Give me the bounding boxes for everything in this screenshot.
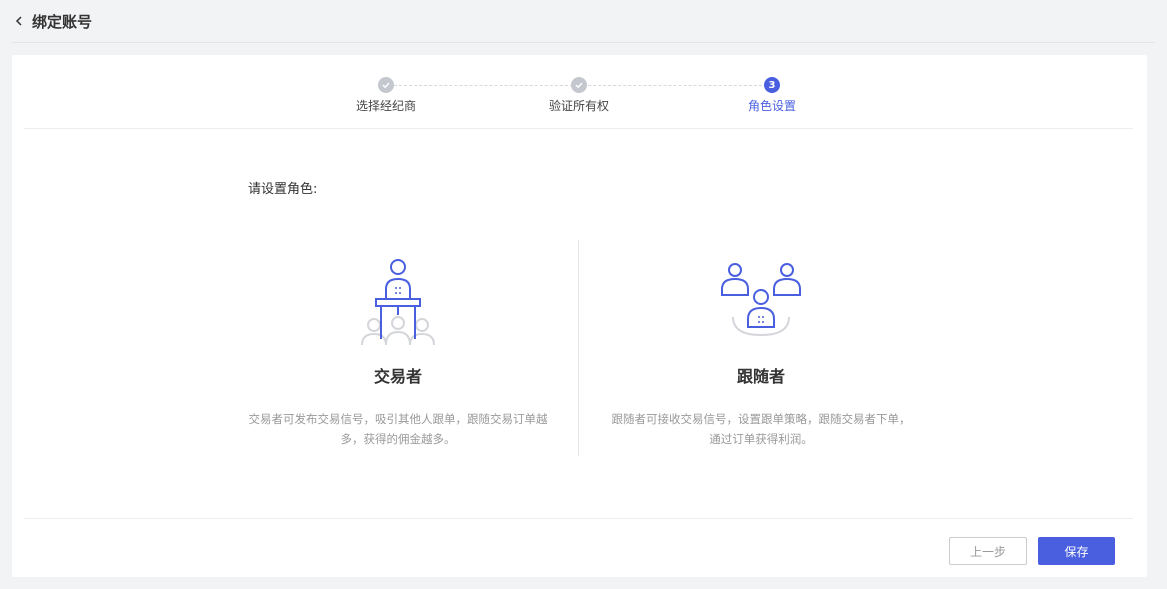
stepper: 选择经纪商 验证所有权 3 角色设置: [12, 55, 1147, 129]
back-button[interactable]: 绑定账号: [12, 11, 92, 32]
role-option-follower[interactable]: 跟随者 跟随者可接收交易信号，设置跟单策略，跟随交易者下单，通过订单获得利润。: [601, 255, 921, 449]
header-divider: [12, 42, 1155, 43]
chevron-left-icon: [15, 16, 22, 26]
roles-divider: [578, 240, 579, 456]
prev-step-button[interactable]: 上一步: [949, 537, 1027, 565]
save-button[interactable]: 保存: [1038, 537, 1115, 565]
check-icon: [575, 82, 583, 89]
step-done-badge: [571, 77, 587, 93]
main-card: 选择经纪商 验证所有权 3 角色设置 请设置角色: 交易者 交易者可发布交易信号…: [12, 55, 1147, 577]
step-role-settings: 3 角色设置: [702, 77, 842, 114]
page-title: 绑定账号: [32, 12, 93, 31]
role-description: 交易者可发布交易信号，吸引其他人跟单，跟随交易订单越多，获得的佣金越多。: [248, 412, 548, 446]
follower-group-icon: [721, 263, 801, 337]
check-icon: [382, 82, 390, 89]
step-select-broker: 选择经纪商: [316, 77, 456, 114]
step-number-badge: 3: [764, 77, 780, 93]
role-option-trader[interactable]: 交易者 交易者可发布交易信号，吸引其他人跟单，跟随交易订单越多，获得的佣金越多。: [238, 255, 558, 449]
role-name: 交易者: [373, 367, 422, 386]
step-label: 选择经纪商: [355, 99, 416, 113]
footer-divider: [24, 518, 1133, 519]
top-bar: 绑定账号: [0, 0, 1167, 42]
role-description: 跟随者可接收交易信号，设置跟单策略，跟随交易者下单，通过订单获得利润。: [611, 412, 911, 446]
role-name: 跟随者: [736, 367, 785, 386]
step-done-badge: [378, 77, 394, 93]
stepper-divider: [24, 128, 1133, 129]
role-prompt: 请设置角色:: [248, 182, 318, 197]
trader-podium-icon: [361, 259, 435, 346]
step-label: 验证所有权: [548, 99, 609, 113]
step-verify-ownership: 验证所有权: [509, 77, 649, 114]
step-label: 角色设置: [747, 99, 796, 113]
